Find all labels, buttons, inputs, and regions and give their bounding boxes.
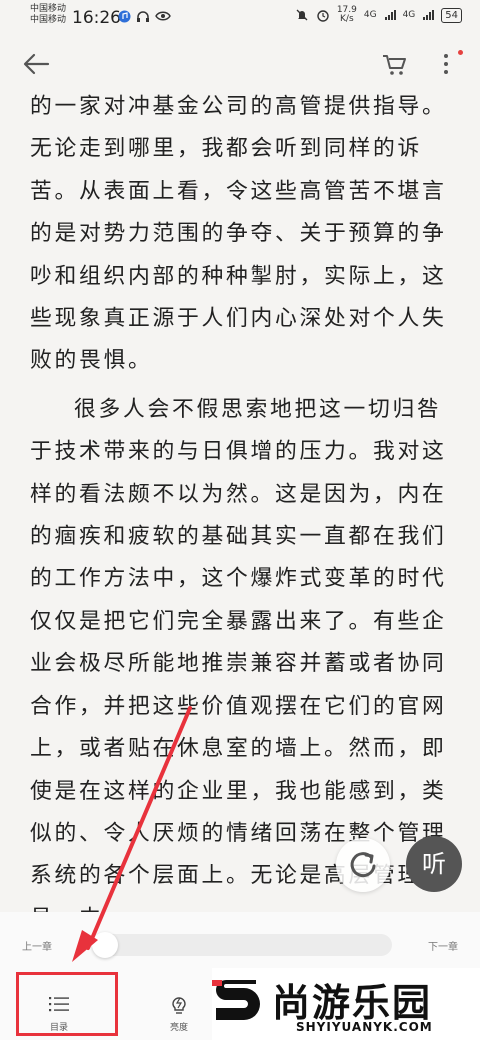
carrier-2: 中国移动 — [30, 15, 67, 25]
carrier-info: 中国移动 中国移动 — [30, 4, 66, 26]
status-time: 16:26 — [72, 8, 121, 28]
network-speed: 17.9 K/s — [337, 6, 357, 24]
mute-icon — [296, 9, 308, 21]
brightness-icon — [172, 997, 186, 1014]
notification-dot — [458, 50, 463, 55]
carrier-1: 中国移动 — [30, 4, 67, 14]
eye-icon — [155, 11, 171, 21]
listen-button[interactable]: 听 — [406, 836, 462, 892]
paragraph: 的一家对冲基金公司的高管提供指导。无论走到哪里，我都会听到同样的诉苦。从表面上看… — [30, 94, 447, 374]
signal-1-label: 4G — [363, 10, 377, 20]
speed-unit: K/s — [340, 14, 354, 24]
back-arrow-icon[interactable] — [18, 48, 54, 80]
catalog-highlight-box — [16, 972, 118, 1036]
paragraph: 很多人会不假思索地把这一切归咎于技术带来的与日俱增的压力。我对这样的看法颇不以为… — [30, 396, 447, 931]
signal-2-label: 4G — [402, 10, 416, 20]
brightness-button[interactable]: 亮度 — [144, 984, 214, 1040]
signal-2-icon — [423, 10, 435, 20]
watermark: 尚游乐园 SHYIYUANYK.COM — [212, 968, 480, 1040]
alarm-icon — [317, 10, 329, 22]
refresh-icon — [350, 852, 376, 878]
brightness-label: 亮度 — [169, 1023, 188, 1033]
chapter-progress-thumb[interactable] — [92, 932, 118, 958]
next-chapter-button[interactable]: 下一章 — [428, 938, 458, 953]
watermark-logo-icon — [212, 980, 260, 1020]
battery-icon: 54 — [441, 7, 462, 23]
refresh-button[interactable] — [336, 838, 390, 892]
headphones-icon — [137, 11, 149, 22]
more-vertical-icon[interactable] — [436, 48, 456, 80]
status-icons-left — [118, 10, 171, 23]
reader-toolbar — [0, 36, 480, 92]
chapter-progress-slider[interactable] — [92, 934, 392, 956]
cart-icon[interactable] — [378, 48, 410, 80]
prev-chapter-button[interactable]: 上一章 — [22, 938, 52, 953]
music-icon — [118, 10, 131, 23]
watermark-url: SHYIYUANYK.COM — [296, 1020, 433, 1034]
watermark-brand: 尚游乐园 — [272, 981, 433, 1025]
book-content: 的一家对冲基金公司的高管提供指导。无论走到哪里，我都会听到同样的诉苦。从表面上看… — [30, 86, 460, 940]
status-bar: 中国移动 中国移动 16:26 17.9 K/s 4G 4G 54 — [0, 0, 480, 36]
status-icons-right: 17.9 K/s 4G 4G 54 — [295, 6, 462, 24]
signal-1-icon — [384, 10, 396, 20]
